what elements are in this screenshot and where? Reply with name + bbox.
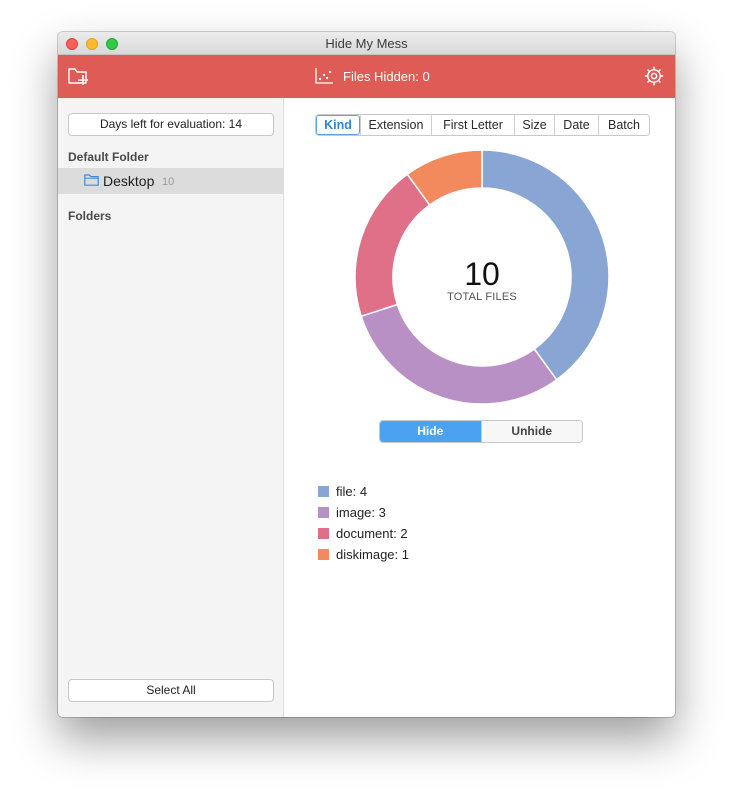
files-hidden-status: Files Hidden: 0 <box>314 66 430 86</box>
select-all-button[interactable]: Select All <box>68 679 274 702</box>
scatter-chart-icon <box>315 68 333 84</box>
gear-icon <box>644 66 664 86</box>
folder-file-count: 10 <box>162 176 175 188</box>
tab-size[interactable]: Size <box>514 115 554 135</box>
donut-center: 10 TOTAL FILES <box>354 257 610 303</box>
donut-slice-image[interactable] <box>360 303 558 405</box>
toolbar: Files Hidden: 0 <box>58 55 675 98</box>
legend-label: image: 3 <box>336 505 386 520</box>
sidebar-item-desktop[interactable]: Desktop 10 <box>58 168 283 194</box>
kind-donut-chart: 10 TOTAL FILES <box>354 149 610 405</box>
folder-icon <box>84 174 99 186</box>
hide-unhide-toggle: Hide Unhide <box>379 420 583 443</box>
settings-button[interactable] <box>643 65 665 87</box>
legend-item: image: 3 <box>318 502 409 523</box>
files-hidden-text: Files Hidden: 0 <box>343 68 430 84</box>
legend-swatch <box>318 507 329 518</box>
legend-label: diskimage: 1 <box>336 547 409 562</box>
sidebar: Days left for evaluation: 14 Default Fol… <box>58 98 284 717</box>
group-by-segmented-control: Kind Extension First Letter Size Date Batch <box>315 114 650 136</box>
evaluation-button[interactable]: Days left for evaluation: 14 <box>68 113 274 136</box>
main-panel: Kind Extension First Letter Size Date Batch 1… <box>284 98 675 717</box>
title-bar: Hide My Mess <box>58 32 675 55</box>
unhide-button[interactable]: Unhide <box>480 421 582 442</box>
tab-extension[interactable]: Extension <box>360 115 431 135</box>
tab-kind[interactable]: Kind <box>316 115 360 135</box>
window-title: Hide My Mess <box>325 36 408 51</box>
folder-name: Desktop <box>103 173 155 189</box>
total-files-count: 10 <box>464 256 500 292</box>
chart-legend: file: 4 image: 3 document: 2 diskimage: 1 <box>318 481 409 565</box>
app-window: Hide My Mess Files Hidden: 0 Days left f… <box>58 32 675 717</box>
tab-first-letter[interactable]: First Letter <box>431 115 514 135</box>
legend-label: file: 4 <box>336 484 368 499</box>
folder-plus-icon <box>68 68 88 85</box>
legend-item: file: 4 <box>318 481 409 502</box>
add-folder-button[interactable] <box>67 65 91 87</box>
legend-item: document: 2 <box>318 523 409 544</box>
hide-button[interactable]: Hide <box>380 421 481 442</box>
folders-heading: Folders <box>68 209 112 223</box>
legend-swatch <box>318 549 329 560</box>
legend-item: diskimage: 1 <box>318 544 409 565</box>
tab-date[interactable]: Date <box>554 115 598 135</box>
tab-batch[interactable]: Batch <box>598 115 649 135</box>
legend-swatch <box>318 528 329 539</box>
legend-swatch <box>318 486 329 497</box>
total-files-label: TOTAL FILES <box>447 291 517 303</box>
default-folder-heading: Default Folder <box>68 150 149 164</box>
legend-label: document: 2 <box>336 526 408 541</box>
